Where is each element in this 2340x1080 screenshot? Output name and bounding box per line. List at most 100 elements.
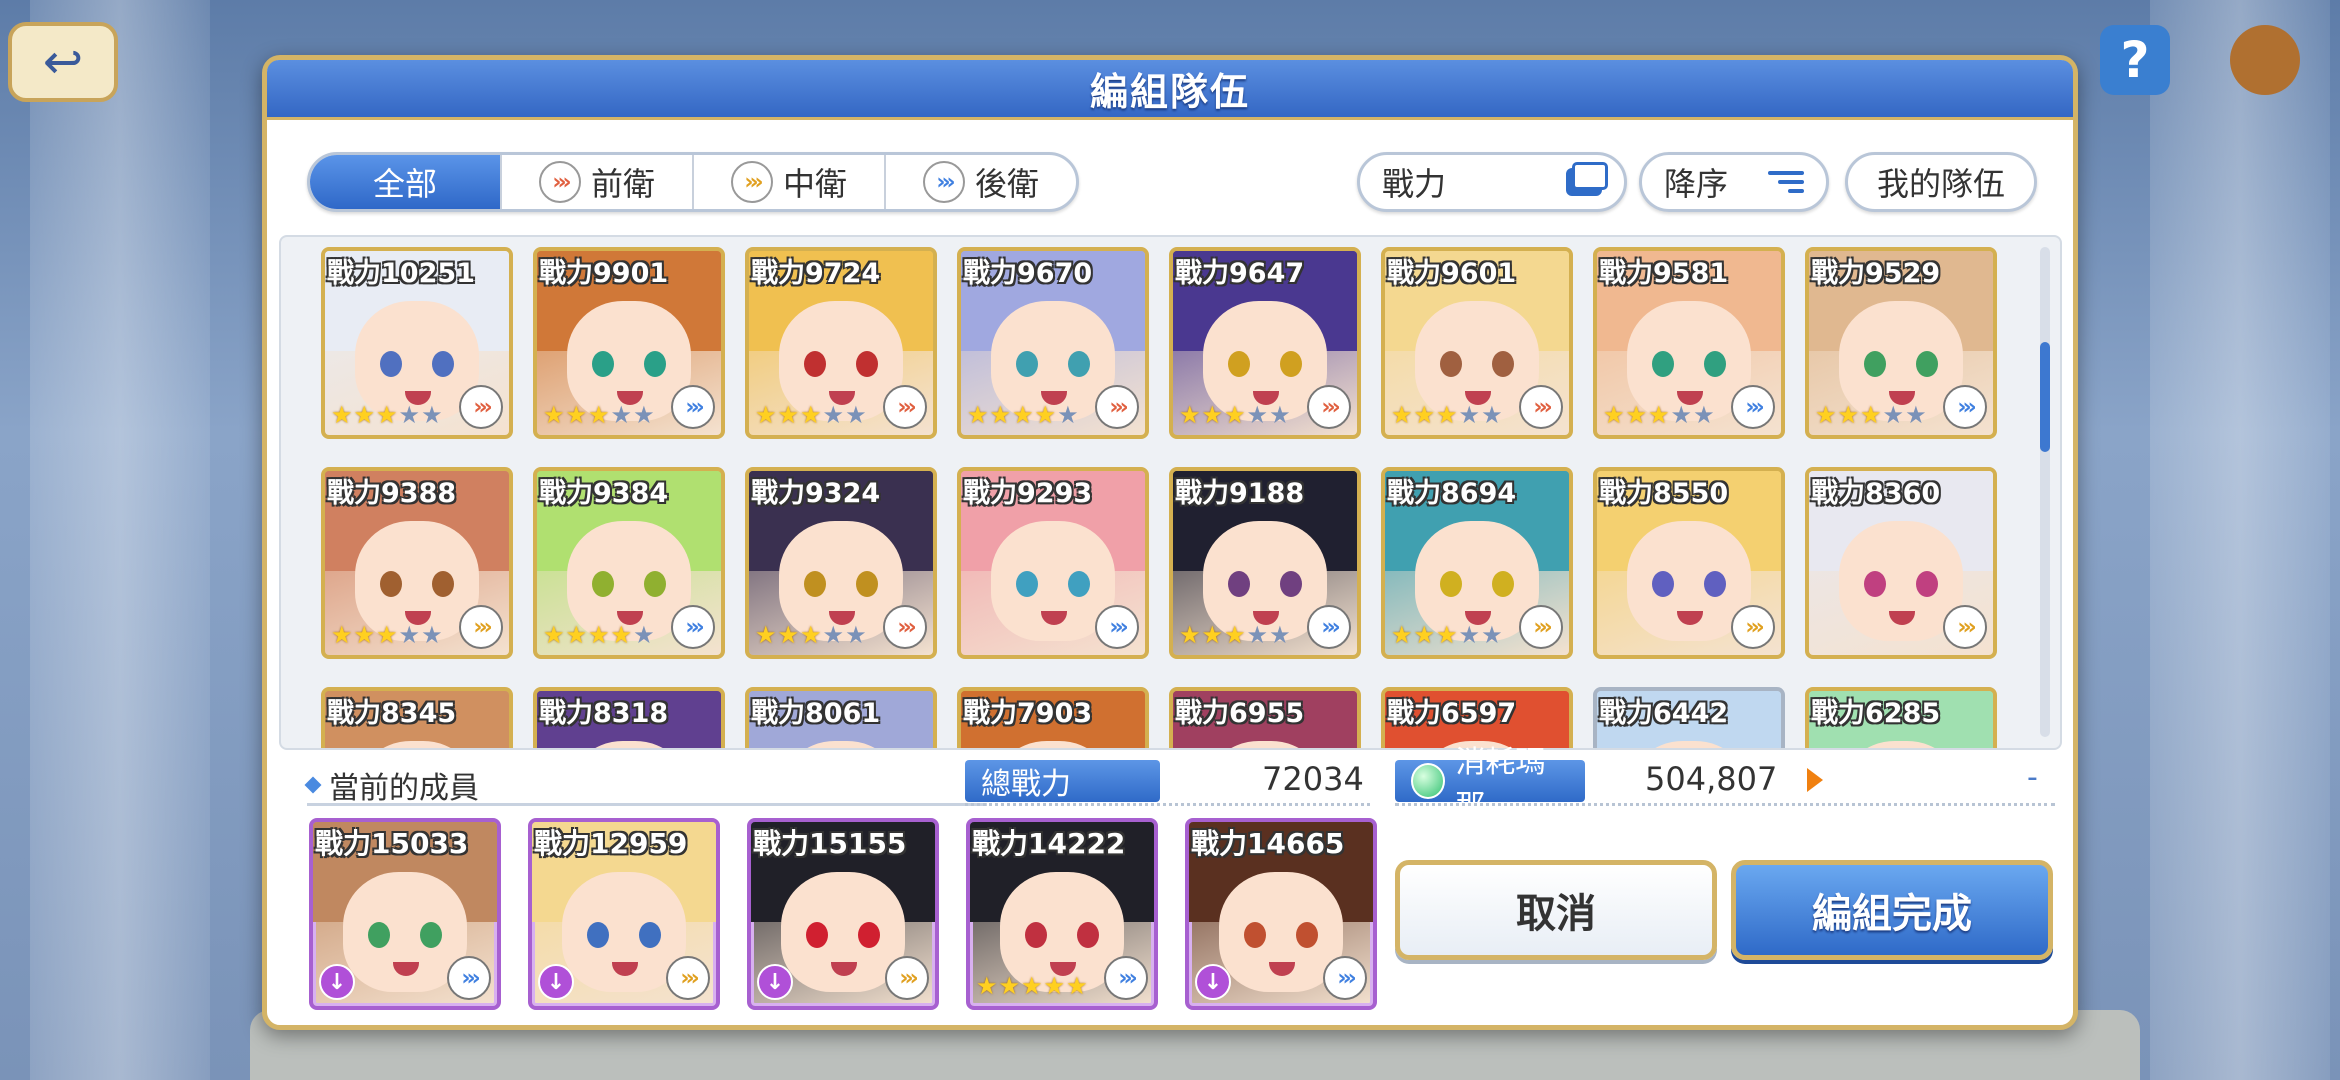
star-icon: ★: [421, 621, 443, 649]
sort-by-power-button[interactable]: 戰力: [1357, 152, 1627, 212]
front-role-icon: »›: [538, 161, 581, 203]
character-card[interactable]: 戰力9384 ★ ★ ★ ★ ★ »›: [533, 467, 725, 659]
character-card[interactable]: 戰力9724 ★ ★ ★ ★ ★ »›: [745, 247, 937, 439]
bg-pillar: [2150, 0, 2330, 1080]
star-icon: ★: [1648, 401, 1670, 429]
sort-power-label: 戰力: [1382, 165, 1447, 203]
front-role-icon: »›: [1519, 385, 1563, 429]
star-rating: ★ ★ ★ ★ ★: [755, 621, 867, 649]
character-power: 戰力9670: [963, 258, 1093, 289]
star-rating: ★ ★ ★ ★ ★: [755, 401, 867, 429]
character-power: 戰力6955: [1175, 698, 1305, 729]
member-card[interactable]: 戰力14665 ↓ »›: [1185, 818, 1377, 1010]
character-card[interactable]: 戰力8318»›: [533, 687, 725, 748]
star-icon: ★: [1413, 401, 1436, 429]
unique-equipment-icon: ↓: [1195, 964, 1231, 1000]
dialog-header: 編組隊伍: [267, 60, 2073, 120]
star-icon: ★: [1391, 401, 1413, 429]
character-card[interactable]: 戰力10251 ★ ★ ★ ★ ★ »›: [321, 247, 513, 439]
back-role-icon: »›: [671, 605, 715, 649]
character-power: 戰力14222: [972, 827, 1126, 860]
character-card[interactable]: 戰力9293 »›: [957, 467, 1149, 659]
tab-all[interactable]: 全部: [310, 155, 502, 209]
confirm-team-button[interactable]: 編組完成: [1731, 860, 2053, 960]
star-rating: ★ ★ ★ ★ ★: [1179, 401, 1291, 429]
star-icon: ★: [1179, 401, 1201, 429]
character-power: 戰力9324: [751, 478, 881, 509]
character-card[interactable]: 戰力6285»›: [1805, 687, 1997, 748]
star-icon: ★: [1436, 621, 1458, 649]
star-icon: ★: [376, 621, 398, 649]
character-card[interactable]: 戰力8360 »›: [1805, 467, 1997, 659]
star-icon: ★: [800, 401, 822, 429]
front-role-icon: »›: [459, 385, 503, 429]
star-icon: ★: [1057, 401, 1079, 429]
character-card[interactable]: 戰力9581 ★ ★ ★ ★ ★ »›: [1593, 247, 1785, 439]
character-card[interactable]: 戰力9324 ★ ★ ★ ★ ★ »›: [745, 467, 937, 659]
character-power: 戰力9647: [1175, 258, 1305, 289]
character-card[interactable]: 戰力7903»›: [957, 687, 1149, 748]
tab-mid[interactable]: »› 中衛: [694, 155, 886, 209]
star-rating: ★ ★ ★ ★ ★: [967, 401, 1079, 429]
character-card[interactable]: 戰力8694 ★ ★ ★ ★ ★ »›: [1381, 467, 1573, 659]
descending-sort-icon: [1768, 171, 1804, 193]
character-power: 戰力8345: [327, 698, 457, 729]
unique-equipment-icon: ↓: [319, 964, 355, 1000]
back-button[interactable]: ↩: [8, 22, 118, 102]
menu-button[interactable]: [2230, 25, 2300, 95]
character-card[interactable]: 戰力9647 ★ ★ ★ ★ ★ »›: [1169, 247, 1361, 439]
front-role-icon: »›: [1307, 385, 1351, 429]
back-role-icon: »›: [1731, 385, 1775, 429]
star-icon: ★: [543, 401, 565, 429]
character-card[interactable]: 戰力9188 ★ ★ ★ ★ ★ »›: [1169, 467, 1361, 659]
star-icon: ★: [845, 621, 867, 649]
character-card[interactable]: 戰力9901 ★ ★ ★ ★ ★ »›: [533, 247, 725, 439]
character-card[interactable]: 戰力9670 ★ ★ ★ ★ ★ »›: [957, 247, 1149, 439]
star-icon: ★: [989, 401, 1012, 429]
help-button[interactable]: ?: [2100, 25, 2170, 95]
scroll-thumb[interactable]: [2040, 342, 2050, 452]
tab-back[interactable]: »› 後衛: [886, 155, 1076, 209]
member-card[interactable]: 戰力15033 ↓ »›: [309, 818, 501, 1010]
character-card[interactable]: 戰力9388 ★ ★ ★ ★ ★ »›: [321, 467, 513, 659]
member-card[interactable]: 戰力14222 ★ ★ ★ ★ ★ »›: [966, 818, 1158, 1010]
mana-cost-label-pill: 消耗瑪那: [1395, 745, 1585, 824]
star-icon: ★: [1882, 401, 1905, 429]
character-card[interactable]: 戰力6955»›: [1169, 687, 1361, 748]
my-team-button[interactable]: 我的隊伍: [1845, 152, 2037, 212]
star-icon: ★: [845, 401, 867, 429]
star-icon: ★: [1391, 621, 1413, 649]
star-rating: ★ ★ ★ ★ ★: [331, 401, 443, 429]
back-role-icon: »›: [1095, 605, 1139, 649]
character-card[interactable]: 戰力9601 ★ ★ ★ ★ ★ »›: [1381, 247, 1573, 439]
tab-front[interactable]: »› 前衛: [502, 155, 694, 209]
sort-order-button[interactable]: 降序: [1639, 152, 1829, 212]
star-rating: ★ ★ ★ ★ ★: [543, 401, 655, 429]
front-role-icon: »›: [883, 385, 927, 429]
star-icon: ★: [353, 401, 376, 429]
back-role-icon: »›: [1323, 956, 1367, 1000]
star-icon: ★: [1043, 972, 1066, 1000]
member-card[interactable]: 戰力12959 ↓ »›: [528, 818, 720, 1010]
character-card[interactable]: 戰力8061»›: [745, 687, 937, 748]
star-icon: ★: [777, 621, 800, 649]
cancel-label: 取消: [1516, 891, 1596, 937]
character-card[interactable]: 戰力9529 ★ ★ ★ ★ ★ »›: [1805, 247, 1997, 439]
character-card[interactable]: 戰力8345»›: [321, 687, 513, 748]
star-rating: ★ ★ ★ ★ ★: [1815, 401, 1927, 429]
character-power: 戰力14665: [1191, 827, 1345, 860]
character-power: 戰力8318: [539, 698, 669, 729]
roster-scrollbar[interactable]: [2040, 247, 2050, 737]
cancel-button[interactable]: 取消: [1395, 860, 1717, 960]
member-card[interactable]: 戰力15155 ↓ »›: [747, 818, 939, 1010]
star-icon: ★: [421, 401, 443, 429]
character-card[interactable]: 戰力6442»›: [1593, 687, 1785, 748]
character-card[interactable]: 戰力8550 »›: [1593, 467, 1785, 659]
star-icon: ★: [543, 621, 565, 649]
back-arrow-icon: ↩: [42, 34, 84, 90]
back-role-icon: »›: [1307, 605, 1351, 649]
star-icon: ★: [1436, 401, 1458, 429]
star-icon: ★: [1201, 401, 1224, 429]
star-icon: ★: [610, 621, 633, 649]
total-power-value: 72034: [1262, 760, 1364, 798]
